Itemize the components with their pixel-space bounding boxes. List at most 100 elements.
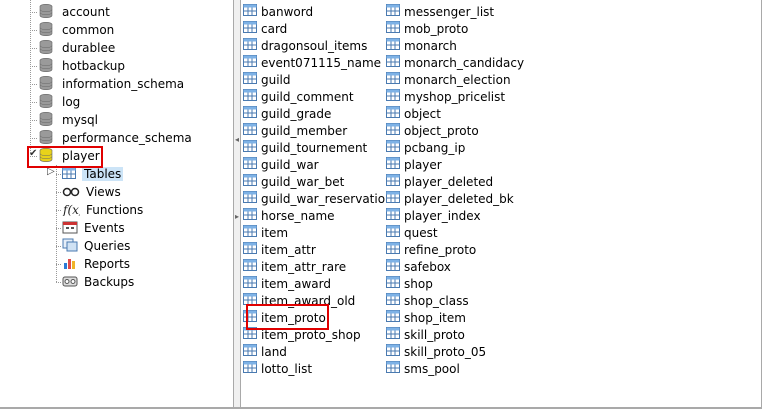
table-icon [386,326,400,343]
database-icon [38,57,54,76]
table-icon [386,37,400,54]
table-item-guild-tournement[interactable]: guild_tournement [243,139,393,156]
table-name: guild_war_reservation [261,191,393,206]
table-item-guild-war-bet[interactable]: guild_war_bet [243,173,393,190]
player-node-label: Views [86,185,121,199]
database-label: common [62,23,115,37]
player-node-functions[interactable]: f(x) Functions [62,201,143,219]
database-hotbackup[interactable]: hotbackup [38,57,125,75]
query-icon [62,238,78,255]
table-icon [386,343,400,360]
database-log[interactable]: log [38,93,80,111]
table-item-shop[interactable]: shop [386,275,524,292]
database-label: performance_schema [62,131,192,145]
table-item-lotto-list[interactable]: lotto_list [243,360,393,377]
table-name: monarch_election [404,72,511,87]
database-icon [38,21,54,40]
table-item-item-attr[interactable]: item_attr [243,241,393,258]
player-node-label: Backups [84,275,135,289]
table-item-guild-comment[interactable]: guild_comment [243,88,393,105]
table-item-guild[interactable]: guild [243,71,393,88]
table-icon [243,20,257,37]
table-item-mob-proto[interactable]: mob_proto [386,20,524,37]
database-performance-schema[interactable]: performance_schema [38,129,192,147]
table-item-quest[interactable]: quest [386,224,524,241]
table-icon [243,224,257,241]
table-name: item_award [261,276,331,291]
table-item-object[interactable]: object [386,105,524,122]
table-icon [243,343,257,360]
table-item-guild-war-reservation[interactable]: guild_war_reservation [243,190,393,207]
table-item-refine-proto[interactable]: refine_proto [386,241,524,258]
table-item-myshop-pricelist[interactable]: myshop_pricelist [386,88,524,105]
table-item-card[interactable]: card [243,20,393,37]
table-item-monarch-election[interactable]: monarch_election [386,71,524,88]
table-item-guild-grade[interactable]: guild_grade [243,105,393,122]
table-item-item-attr-rare[interactable]: item_attr_rare [243,258,393,275]
object-navigator: account common durablee hotbackup informatio… [0,0,234,409]
table-name: guild_war [261,157,319,172]
table-item-shop-class[interactable]: shop_class [386,292,524,309]
table-item-horse-name[interactable]: horse_name [243,207,393,224]
tree-branch [56,174,62,175]
table-item-player[interactable]: player [386,156,524,173]
player-node-backups[interactable]: Backups [62,273,134,291]
player-node-label: Tables [82,167,124,181]
table-item-dragonsoul-items[interactable]: dragonsoul_items [243,37,393,54]
table-item-player-index[interactable]: player_index [386,207,524,224]
tree-branch [56,228,62,229]
database-durablee[interactable]: durablee [38,39,115,57]
tree-branch [30,66,38,67]
table-item-item-award[interactable]: item_award [243,275,393,292]
table-item-skill-proto[interactable]: skill_proto [386,326,524,343]
table-item-pcbang-ip[interactable]: pcbang_ip [386,139,524,156]
collapse-right-icon[interactable]: ▸ [235,212,239,222]
tree-branch [56,210,62,211]
table-item-shop-item[interactable]: shop_item [386,309,524,326]
database-common[interactable]: common [38,21,114,39]
table-icon [243,156,257,173]
table-name: player [404,157,442,172]
database-information-schema[interactable]: information_schema [38,75,184,93]
table-item-item[interactable]: item [243,224,393,241]
database-account[interactable]: account [38,3,110,21]
table-item-guild-war[interactable]: guild_war [243,156,393,173]
table-item-monarch-candidacy[interactable]: monarch_candidacy [386,54,524,71]
table-icon [386,258,400,275]
table-name: land [261,344,287,359]
tree-branch [56,192,62,193]
table-icon [243,190,257,207]
player-node-queries[interactable]: Queries [62,237,130,255]
database-mysql[interactable]: mysql [38,111,98,129]
table-name: skill_proto [404,327,465,342]
table-item-banword[interactable]: banword [243,3,393,20]
collapse-left-icon[interactable]: ◂ [235,135,239,145]
tables-column-2: messenger_list mob_proto monarch monarch_ca… [386,3,524,377]
table-icon [386,139,400,156]
table-item-guild-member[interactable]: guild_member [243,122,393,139]
table-icon [386,173,400,190]
table-icon [386,360,400,377]
table-item-safebox[interactable]: safebox [386,258,524,275]
table-item-event071115-name[interactable]: event071115_name [243,54,393,71]
player-node-events[interactable]: Events [62,219,125,237]
table-item-object-proto[interactable]: object_proto [386,122,524,139]
table-item-player-deleted[interactable]: player_deleted [386,173,524,190]
table-item-sms-pool[interactable]: sms_pool [386,360,524,377]
table-icon [243,173,257,190]
table-item-player-deleted-bk[interactable]: player_deleted_bk [386,190,524,207]
table-item-skill-proto-05[interactable]: skill_proto_05 [386,343,524,360]
table-name: skill_proto_05 [404,344,487,359]
database-icon [38,39,54,58]
table-name: item_attr [261,242,316,257]
table-name: safebox [404,259,451,274]
table-item-land[interactable]: land [243,343,393,360]
table-item-monarch[interactable]: monarch [386,37,524,54]
player-node-reports[interactable]: Reports [62,255,130,273]
player-node-views[interactable]: Views [62,183,121,201]
table-icon [243,139,257,156]
table-name: guild_comment [261,89,354,104]
table-icon [243,88,257,105]
table-icon [386,292,400,309]
table-item-messenger-list[interactable]: messenger_list [386,3,524,20]
